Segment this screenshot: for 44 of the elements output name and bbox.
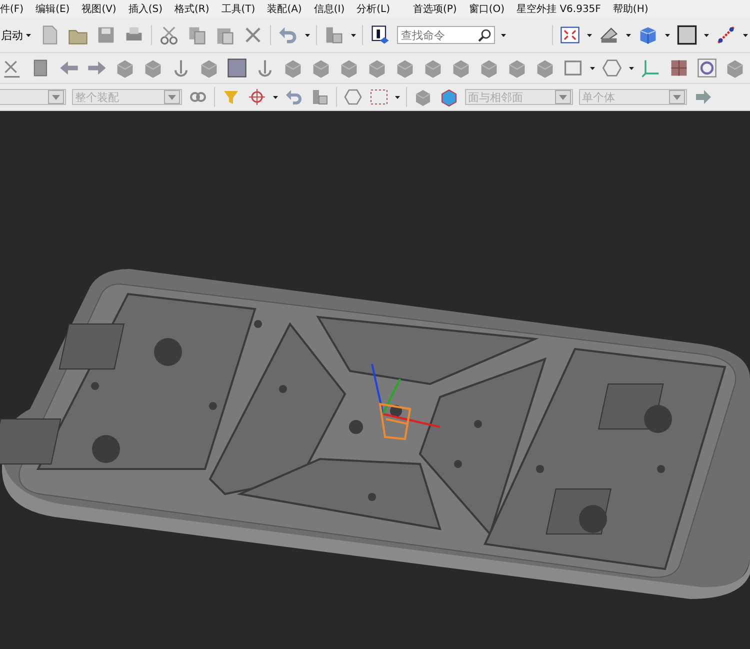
- shaded-cube-icon[interactable]: [439, 87, 459, 107]
- block-icon[interactable]: [413, 87, 433, 107]
- search-icon[interactable]: [478, 28, 492, 42]
- caret-icon[interactable]: [501, 34, 506, 36]
- caret-icon[interactable]: [587, 34, 592, 36]
- menu-item[interactable]: 工具(T): [221, 2, 264, 16]
- menu-item[interactable]: 信息(I): [314, 2, 354, 16]
- right-arrow-icon[interactable]: [693, 87, 713, 107]
- caret-icon[interactable]: [665, 34, 670, 36]
- stack-icon[interactable]: [310, 87, 330, 107]
- caret-icon[interactable]: [305, 34, 310, 36]
- info-icon[interactable]: [369, 24, 391, 46]
- start-button[interactable]: 启动: [0, 26, 33, 44]
- menu-item[interactable]: 编辑(E): [36, 2, 79, 16]
- menu-item[interactable]: 装配(A): [267, 2, 311, 16]
- hexagon-icon[interactable]: [601, 57, 623, 79]
- caret-icon[interactable]: [273, 96, 278, 98]
- square-icon[interactable]: [676, 24, 698, 46]
- menu-item[interactable]: 首选项(P): [412, 2, 466, 16]
- caret-icon[interactable]: [704, 34, 709, 36]
- crosshair-icon[interactable]: [247, 87, 267, 107]
- caret-icon[interactable]: [626, 34, 631, 36]
- search-field[interactable]: 查找命令: [397, 26, 495, 44]
- menu-item[interactable]: 插入(S): [128, 2, 172, 16]
- scissors-icon[interactable]: [158, 24, 180, 46]
- coordinate-axes-icon: [371, 364, 440, 440]
- menu-item[interactable]: 格式(R): [174, 2, 218, 16]
- box-icon[interactable]: [226, 57, 248, 79]
- caret-icon[interactable]: [351, 34, 356, 36]
- measure-icon[interactable]: [715, 24, 737, 46]
- hexagon-icon[interactable]: [343, 87, 363, 107]
- caret-icon[interactable]: [26, 34, 31, 36]
- fit-view-icon[interactable]: [559, 24, 581, 46]
- caret-icon[interactable]: [590, 66, 595, 70]
- menu-item[interactable]: 星空外挂 V6.935F: [516, 2, 610, 16]
- caret-icon[interactable]: [629, 66, 634, 70]
- menu-item[interactable]: 分析(L): [356, 2, 399, 16]
- caret-icon[interactable]: [395, 96, 400, 98]
- dashed-rectangle-icon[interactable]: [369, 87, 389, 107]
- menu-item[interactable]: 帮助(H): [612, 2, 658, 16]
- menu-item[interactable]: 窗口(O): [468, 2, 514, 16]
- caret-icon[interactable]: [743, 34, 748, 36]
- menu-item[interactable]: 视图(V): [82, 2, 126, 16]
- menu-item[interactable]: 件(F): [0, 2, 33, 16]
